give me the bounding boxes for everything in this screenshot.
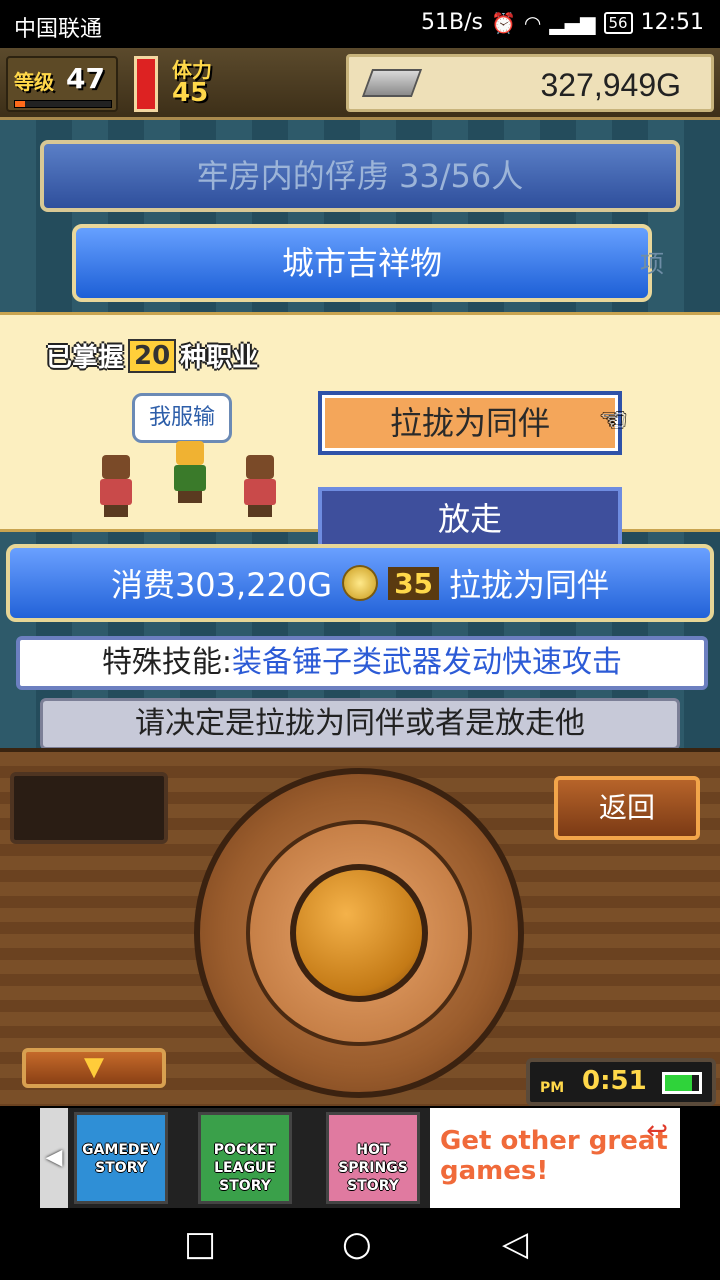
level-box: 等级 47 bbox=[6, 56, 118, 112]
level-label: 等级 bbox=[14, 70, 54, 94]
pointing-hand-icon: ☜ bbox=[600, 403, 627, 438]
game-screen: 等级 47 体力 45 327,949G 牢房内的俘虏 33/56人 城市吉祥物… bbox=[0, 48, 720, 1106]
mascot-sprite bbox=[166, 441, 214, 503]
dimmed-text: 项 bbox=[640, 250, 664, 278]
ad-game-hot-springs[interactable]: HOT SPRINGS STORY bbox=[326, 1112, 420, 1204]
guard-sprite-left bbox=[92, 455, 140, 517]
alarm-icon: ⏰ bbox=[490, 10, 516, 35]
special-skill-bar: 特殊技能:装备锤子类武器发动快速攻击 bbox=[16, 636, 708, 690]
stamina-bar bbox=[134, 56, 158, 112]
level-value: 47 bbox=[66, 62, 105, 95]
skill-value: 装备锤子类武器发动快速攻击 bbox=[232, 645, 623, 680]
ad-game-gamedev[interactable]: GAMEDEV STORY bbox=[74, 1112, 168, 1204]
prisoner-panel-title: 牢房内的俘虏 33/56人 bbox=[40, 140, 680, 212]
dpad-dial[interactable] bbox=[194, 768, 524, 1098]
skill-label: 特殊技能: bbox=[101, 645, 233, 680]
stamina-value: 45 bbox=[172, 78, 209, 108]
carrier-name: 中国联通 bbox=[14, 17, 103, 42]
status-right: 51B/s ⏰ ◠ ▂▄▆ 56 12:51 bbox=[421, 10, 704, 35]
dpad-center-button[interactable] bbox=[290, 864, 428, 1002]
mascot-panel: 城市吉祥物 bbox=[72, 224, 652, 302]
net-speed: 51B/s bbox=[421, 10, 483, 35]
back-nav-icon[interactable]: ◁ bbox=[502, 1226, 528, 1262]
nav-bar: □ ○ ◁ bbox=[0, 1208, 720, 1280]
speech-bubble: 我服输 bbox=[132, 393, 232, 452]
status-bar: 中国联通 51B/s ⏰ ◠ ▂▄▆ 56 12:51 bbox=[0, 0, 720, 48]
mastered-jobs: 已掌握 20 种职业 bbox=[46, 337, 258, 374]
scroll-down-button[interactable]: ▼ bbox=[22, 1048, 166, 1088]
sprite-head bbox=[246, 455, 274, 479]
ad-banner[interactable]: ◀ GAMEDEV STORY POCKET LEAGUE STORY HOT … bbox=[40, 1108, 680, 1208]
clock-time: 0:51 bbox=[582, 1066, 647, 1096]
ad-game-pocket-league[interactable]: POCKET LEAGUE STORY bbox=[198, 1112, 292, 1204]
top-hud: 等级 47 体力 45 327,949G bbox=[0, 48, 720, 120]
status-time: 12:51 bbox=[640, 10, 704, 35]
ad-cta[interactable]: Get other great games! bbox=[430, 1108, 680, 1208]
recruit-cost-bar: 消费303,220G 35 拉拢为同伴 bbox=[6, 544, 714, 622]
mastered-suffix: 种职业 bbox=[180, 343, 259, 373]
mastered-prefix: 已掌握 bbox=[46, 343, 125, 373]
battery-icon: 56 bbox=[603, 11, 633, 34]
mastered-count: 20 bbox=[128, 338, 177, 373]
recruit-dialog: 已掌握 20 种职业 我服输 拉拢为同伴 ☜ 放走 bbox=[0, 312, 720, 551]
clock-battery-fill bbox=[665, 1075, 693, 1091]
sprite-body bbox=[100, 479, 132, 505]
recruit-button[interactable]: 拉拢为同伴 bbox=[318, 391, 622, 455]
ad-return-icon: ↩ bbox=[646, 1116, 668, 1146]
guard-sprite-right bbox=[236, 455, 284, 517]
silver-bar-icon bbox=[361, 69, 423, 97]
level-progress-bar bbox=[14, 100, 112, 108]
clock-ampm: PM bbox=[540, 1080, 565, 1096]
sprite-head bbox=[102, 455, 130, 479]
gold-coin-icon bbox=[342, 565, 379, 601]
cost-prefix: 消费303,220G bbox=[110, 566, 333, 604]
sprite-legs bbox=[104, 505, 128, 517]
game-clock: PM 0:51 bbox=[526, 1058, 716, 1106]
sprite-body bbox=[174, 465, 206, 491]
level-progress-fill bbox=[15, 101, 25, 107]
home-icon[interactable]: ○ bbox=[342, 1226, 372, 1262]
wifi-icon: ◠ bbox=[523, 10, 542, 35]
money-box: 327,949G bbox=[346, 54, 714, 112]
mini-screen bbox=[10, 772, 168, 844]
signal-icon: ▂▄▆ bbox=[549, 10, 596, 35]
clock-battery-icon bbox=[662, 1072, 702, 1094]
ad-left-arrow-icon[interactable]: ◀ bbox=[40, 1108, 68, 1208]
release-button[interactable]: 放走 bbox=[318, 487, 622, 551]
recent-apps-icon[interactable]: □ bbox=[184, 1226, 216, 1262]
sprite-legs bbox=[178, 491, 202, 503]
cost-suffix: 拉拢为同伴 bbox=[449, 566, 610, 604]
sprite-legs bbox=[248, 505, 272, 517]
coin-count: 35 bbox=[388, 566, 440, 600]
decision-prompt: 请决定是拉拢为同伴或者是放走他 bbox=[40, 698, 680, 750]
controller-panel: 返回 ▼ PM 0:51 bbox=[0, 748, 720, 1106]
sprite-body bbox=[244, 479, 276, 505]
back-button[interactable]: 返回 bbox=[554, 776, 700, 840]
sprite-head bbox=[176, 441, 204, 465]
money-value: 327,949G bbox=[540, 67, 681, 103]
